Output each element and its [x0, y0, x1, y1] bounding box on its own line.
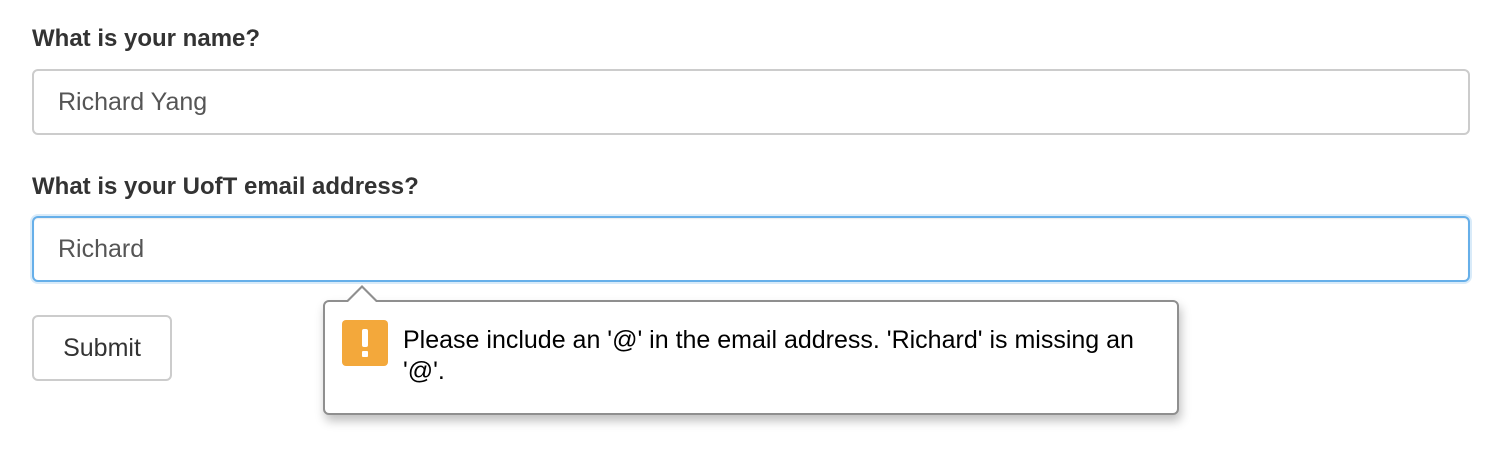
tooltip-arrow-fill	[347, 288, 377, 303]
name-input[interactable]	[32, 69, 1470, 135]
name-question-label: What is your name?	[32, 25, 261, 52]
warning-icon-bar	[362, 329, 368, 347]
validation-tooltip: Please include an '@' in the email addre…	[323, 285, 1179, 415]
warning-icon-dot	[362, 351, 368, 357]
email-input[interactable]	[32, 216, 1470, 282]
submit-button[interactable]: Submit	[32, 315, 172, 381]
warning-icon	[342, 320, 388, 366]
validation-message: Please include an '@' in the email addre…	[403, 326, 1134, 385]
email-question-label: What is your UofT email address?	[32, 173, 419, 200]
